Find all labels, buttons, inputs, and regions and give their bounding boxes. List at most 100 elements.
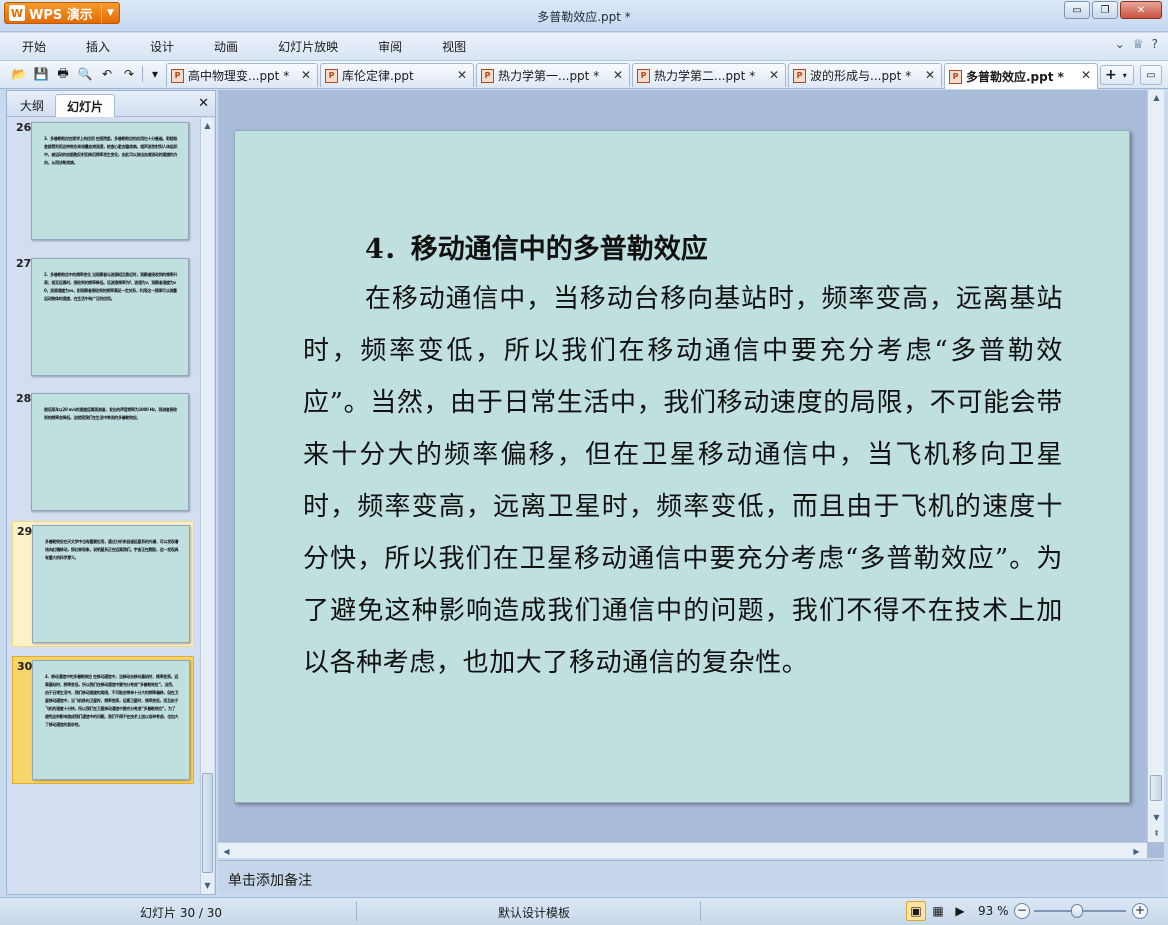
thumbnail-text: 假设某车以20 m/s的速度远离观测者，发出的声音频率为1000 Hz，观测者接… bbox=[44, 407, 177, 420]
close-tab-icon[interactable]: ✕ bbox=[457, 68, 467, 82]
slide-indicator: 幻灯片 30 / 30 bbox=[140, 906, 223, 920]
close-tab-icon[interactable]: ✕ bbox=[613, 68, 623, 82]
slide-thumbnail-30-selected[interactable]: 30 4．移动通信中的多普勒效应 在移动通信中，当移动台移向基站时，频率变高，远… bbox=[12, 656, 194, 784]
zoom-slider-knob[interactable] bbox=[1071, 904, 1083, 918]
window-title: 多普勒效应.ppt * bbox=[537, 10, 631, 24]
current-slide[interactable]: 4．移动通信中的多普勒效应 在移动通信中，当移动台移向基站时，频率变高，远离基站… bbox=[234, 130, 1130, 803]
skin-icon[interactable]: ♕ bbox=[1133, 37, 1144, 51]
thumbnail-scrollbar[interactable]: ▲ ▼ bbox=[200, 118, 214, 894]
menu-design[interactable]: 设计 bbox=[130, 33, 194, 61]
doc-tab-label: 库伦定律.ppt bbox=[342, 69, 414, 83]
menu-insert[interactable]: 插入 bbox=[66, 33, 130, 61]
slide-heading[interactable]: 4．移动通信中的多普勒效应 bbox=[365, 227, 708, 266]
previous-slide-icon[interactable]: ⇞ bbox=[1150, 826, 1163, 840]
undo-icon[interactable]: ↶ bbox=[98, 65, 116, 83]
scroll-left-icon[interactable]: ◀ bbox=[220, 844, 233, 858]
doc-tab-3[interactable]: P 热力学第一...ppt * ✕ bbox=[476, 63, 630, 87]
collapse-ribbon-icon[interactable]: ⌄ bbox=[1115, 37, 1125, 51]
slide-body-text[interactable]: 在移动通信中，当移动台移向基站时，频率变高，远离基站时，频率变低，所以我们在移动… bbox=[303, 273, 1063, 689]
close-tab-icon[interactable]: ✕ bbox=[301, 68, 311, 82]
tab-list-button[interactable]: ▭ bbox=[1140, 65, 1162, 85]
ppt-file-icon: P bbox=[949, 69, 962, 84]
slide-thumbnail-27[interactable]: 27 2．多普勒效应中的频率变化 当观察者与波源相互靠近时，观察者接收到的频率升… bbox=[12, 254, 194, 382]
new-tab-button[interactable]: + ▾ bbox=[1100, 65, 1134, 85]
scroll-down-icon[interactable]: ▼ bbox=[1150, 810, 1163, 824]
zoom-out-button[interactable]: − bbox=[1014, 903, 1030, 919]
scroll-down-icon[interactable]: ▼ bbox=[201, 878, 214, 892]
design-template[interactable]: 默认设计模板 bbox=[498, 904, 570, 921]
scroll-right-icon[interactable]: ▶ bbox=[1130, 844, 1143, 858]
ppt-file-icon: P bbox=[171, 68, 184, 83]
menu-view[interactable]: 视图 bbox=[422, 33, 486, 61]
thumbnail-text: 多普勒效应在天文学中也有重要应用，通过分析来自遥远星系的光谱，可以发现谱线向红端… bbox=[45, 539, 179, 560]
scrollbar-thumb[interactable] bbox=[1150, 775, 1162, 801]
editor-horizontal-scrollbar[interactable]: ◀ ▶ bbox=[218, 842, 1147, 858]
slide-panel: 大纲 幻灯片 ✕ 26 3．多普勒效应在医学上的应用 在医院里，多普勒效应的应用… bbox=[6, 90, 216, 895]
thumbnail-slide-preview: 假设某车以20 m/s的速度远离观测者，发出的声音频率为1000 Hz，观测者接… bbox=[31, 393, 189, 511]
ppt-file-icon: P bbox=[793, 68, 806, 83]
print-icon[interactable]: 🖶 bbox=[54, 65, 72, 83]
menu-home[interactable]: 开始 bbox=[0, 33, 66, 61]
thumbnail-slide-preview: 4．移动通信中的多普勒效应 在移动通信中，当移动台移向基站时，频率变高，远离基站… bbox=[32, 660, 190, 780]
save-icon[interactable]: 💾 bbox=[32, 65, 50, 83]
restore-button[interactable]: ❐ bbox=[1092, 1, 1118, 19]
slideshow-view-icon[interactable]: ▶ bbox=[950, 901, 970, 921]
ppt-file-icon: P bbox=[481, 68, 494, 83]
slide-number: 26 bbox=[16, 121, 32, 134]
thumbnail-slide-preview: 2．多普勒效应中的频率变化 当观察者与波源相互靠近时，观察者接收到的频率升高；相… bbox=[31, 258, 189, 376]
scrollbar-thumb[interactable] bbox=[202, 773, 213, 873]
help-icon[interactable]: ? bbox=[1152, 37, 1158, 51]
doc-tab-5[interactable]: P 波的形成与...ppt * ✕ bbox=[788, 63, 942, 87]
quick-access-toolbar: 📂 💾 🖶 🔍 ↶ ↷ ▾ P 高中物理变...ppt * ✕ P 库伦定律.p… bbox=[0, 61, 1168, 89]
close-tab-icon[interactable]: ✕ bbox=[769, 68, 779, 82]
title-bar: W WPS 演示 ▼ 多普勒效应.ppt * ▭ ❐ ✕ bbox=[0, 0, 1168, 32]
tab-outline[interactable]: 大纲 bbox=[11, 94, 53, 117]
slide-number: 27 bbox=[16, 257, 32, 270]
close-window-button[interactable]: ✕ bbox=[1120, 1, 1162, 19]
doc-tab-label: 热力学第一...ppt * bbox=[498, 69, 600, 83]
notes-placeholder[interactable]: 单击添加备注 bbox=[228, 870, 312, 890]
slide-editor: 4．移动通信中的多普勒效应 在移动通信中，当移动台移向基站时，频率变高，远离基站… bbox=[218, 90, 1164, 858]
status-divider bbox=[356, 901, 357, 921]
close-tab-icon[interactable]: ✕ bbox=[925, 68, 935, 82]
scroll-up-icon[interactable]: ▲ bbox=[201, 118, 214, 132]
menu-review[interactable]: 审阅 bbox=[358, 33, 422, 61]
doc-tab-1[interactable]: P 高中物理变...ppt * ✕ bbox=[166, 63, 318, 87]
thumbnail-slide-preview: 3．多普勒效应在医学上的应用 在医院里，多普勒效应的应用也十分普遍。彩超检查就是… bbox=[31, 122, 189, 240]
minimize-button[interactable]: ▭ bbox=[1064, 1, 1090, 19]
zoom-level[interactable]: 93 % bbox=[978, 904, 1009, 918]
doc-tab-2[interactable]: P 库伦定律.ppt ✕ bbox=[320, 63, 474, 87]
slide-thumbnail-28[interactable]: 28 假设某车以20 m/s的速度远离观测者，发出的声音频率为1000 Hz，观… bbox=[12, 389, 194, 517]
panel-tabs: 大纲 幻灯片 ✕ bbox=[7, 91, 215, 117]
zoom-in-button[interactable]: + bbox=[1132, 903, 1148, 919]
slide-sorter-view-icon[interactable]: ▦ bbox=[928, 901, 948, 921]
menu-animation[interactable]: 动画 bbox=[194, 33, 258, 61]
slide-number: 28 bbox=[16, 392, 32, 405]
customize-toolbar-icon[interactable]: ▾ bbox=[146, 65, 164, 83]
ppt-file-icon: P bbox=[637, 68, 650, 83]
editor-vertical-scrollbar[interactable]: ▲ ▼ ⇞ bbox=[1147, 90, 1164, 842]
normal-view-icon[interactable]: ▣ bbox=[906, 901, 926, 921]
status-divider bbox=[700, 901, 701, 921]
open-folder-icon[interactable]: 📂 bbox=[10, 65, 28, 83]
doc-tab-label: 热力学第二...ppt * bbox=[654, 69, 756, 83]
tab-slides[interactable]: 幻灯片 bbox=[55, 94, 115, 117]
slide-thumbnail-26[interactable]: 26 3．多普勒效应在医学上的应用 在医院里，多普勒效应的应用也十分普遍。彩超检… bbox=[12, 118, 194, 246]
print-preview-icon[interactable]: 🔍 bbox=[76, 65, 94, 83]
doc-tab-4[interactable]: P 热力学第二...ppt * ✕ bbox=[632, 63, 786, 87]
menu-slideshow[interactable]: 幻灯片放映 bbox=[258, 33, 358, 61]
doc-tab-6-active[interactable]: P 多普勒效应.ppt * ✕ bbox=[944, 63, 1098, 89]
chevron-down-icon: ▾ bbox=[1122, 70, 1127, 80]
status-bar: 幻灯片 30 / 30 默认设计模板 ▣ ▦ ▶ 93 % − + bbox=[0, 897, 1168, 925]
scroll-up-icon[interactable]: ▲ bbox=[1150, 90, 1163, 104]
redo-icon[interactable]: ↷ bbox=[120, 65, 138, 83]
thumbnail-text: 2．多普勒效应中的频率变化 当观察者与波源相互靠近时，观察者接收到的频率升高；相… bbox=[44, 272, 178, 301]
notes-pane[interactable]: 单击添加备注 bbox=[218, 860, 1164, 894]
close-tab-icon[interactable]: ✕ bbox=[1081, 68, 1091, 82]
close-panel-icon[interactable]: ✕ bbox=[198, 96, 209, 111]
doc-tab-label: 多普勒效应.ppt * bbox=[966, 70, 1064, 84]
toolbar-divider bbox=[142, 66, 143, 82]
plus-icon: + bbox=[1105, 67, 1117, 83]
thumbnail-text: 3．多普勒效应在医学上的应用 在医院里，多普勒效应的应用也十分普遍。彩超检查就是… bbox=[44, 136, 178, 165]
slide-thumbnail-29[interactable]: 29 多普勒效应在天文学中也有重要应用，通过分析来自遥远星系的光谱，可以发现谱线… bbox=[12, 521, 194, 647]
